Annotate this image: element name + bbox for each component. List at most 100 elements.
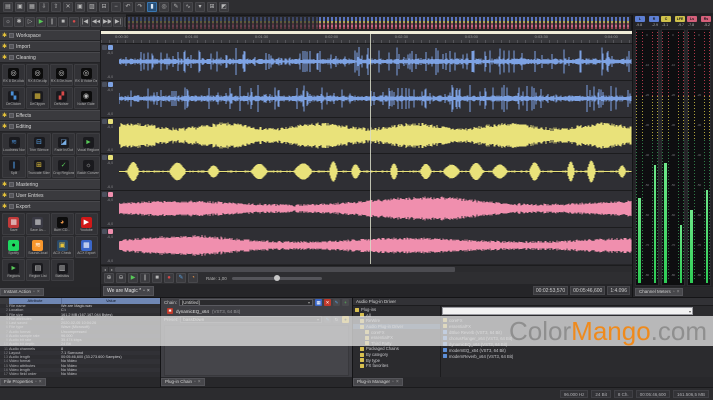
pin-icon[interactable]: ▫ bbox=[143, 288, 145, 294]
tab-plugin-chain[interactable]: Plug-in Chain ▫ × bbox=[161, 378, 205, 386]
action-button-acx-check[interactable]: ▣ACX Check bbox=[51, 236, 74, 258]
redo-icon[interactable]: ↷ bbox=[135, 2, 145, 12]
stop-icon[interactable]: ■ bbox=[152, 273, 162, 283]
lane-channel-Rs[interactable]: -6,0-6,0 bbox=[101, 228, 632, 264]
waveform-channel-Ls[interactable] bbox=[119, 191, 632, 226]
group-toggle-icon[interactable] bbox=[9, 204, 14, 209]
action-button-save-as-[interactable]: ▦Save As... bbox=[26, 213, 49, 235]
forward-icon[interactable]: ▶▶ bbox=[102, 17, 112, 27]
action-button-declipper[interactable]: ▦DeClipper bbox=[26, 87, 49, 109]
edit-tool-icon[interactable]: ▮ bbox=[147, 2, 157, 12]
time-ruler[interactable]: 0:00:300:01:000:01:300:02:000:02:300:03:… bbox=[101, 34, 632, 44]
length-readout[interactable]: 00:05:46,600 bbox=[570, 286, 605, 295]
action-button-loudness-normalize[interactable]: ≋Loudness Normalize bbox=[2, 133, 26, 155]
sidebar-group-mastering[interactable]: ✱Mastering bbox=[0, 179, 100, 190]
pin-icon[interactable]: ▫ bbox=[392, 378, 394, 386]
lane-index-chip[interactable] bbox=[102, 229, 107, 234]
paste-icon[interactable]: ▨ bbox=[87, 2, 97, 12]
tab-file-properties[interactable]: File Properties ▫ × bbox=[0, 378, 46, 386]
timer-icon[interactable]: ◔ bbox=[188, 273, 198, 283]
playhead-cursor[interactable] bbox=[370, 34, 371, 264]
play-all-icon[interactable]: ▷ bbox=[25, 17, 35, 27]
go-to-end-icon[interactable]: ▶| bbox=[113, 17, 123, 27]
pencil-tool-icon[interactable]: ✎ bbox=[171, 2, 181, 12]
group-toggle-icon[interactable] bbox=[9, 113, 14, 118]
close-icon[interactable]: × bbox=[677, 288, 680, 296]
waveform-channel-C[interactable] bbox=[119, 118, 632, 153]
group-toggle-icon[interactable] bbox=[9, 182, 14, 187]
action-button-denoiser[interactable]: ▞DeNoiser bbox=[50, 87, 73, 109]
lane-color-chip[interactable] bbox=[108, 192, 113, 197]
snap-toggle-icon[interactable]: ⊞ bbox=[207, 2, 217, 12]
lane-channel-L[interactable]: -6,0-6,0 bbox=[101, 44, 632, 80]
sidebar-group-editing[interactable]: ✱Editing bbox=[0, 121, 100, 132]
lane-color-chip[interactable] bbox=[108, 45, 113, 50]
plugin-manager-title[interactable]: Audio Plug-in Driver bbox=[353, 298, 713, 306]
close-icon[interactable]: × bbox=[198, 378, 201, 386]
waveform-channel-LFE[interactable] bbox=[119, 154, 632, 189]
action-button-noise-gate[interactable]: ◉Noise Gate bbox=[74, 87, 98, 109]
action-button-split[interactable]: ∥Split bbox=[2, 156, 26, 178]
lane-color-chip[interactable] bbox=[108, 119, 113, 124]
zoom-in-icon[interactable]: ⊕ bbox=[104, 273, 114, 283]
sidebar-group-effects[interactable]: ✱Effects bbox=[0, 110, 100, 121]
action-button-region-list[interactable]: ▤Region List bbox=[26, 259, 49, 281]
action-button-statistics[interactable]: ▥Statistics bbox=[51, 259, 74, 281]
lane-index-chip[interactable] bbox=[102, 82, 107, 87]
settings-icon[interactable]: ☼ bbox=[3, 17, 13, 27]
action-button-truncate-silence[interactable]: ⊞Truncate Silence bbox=[27, 156, 51, 178]
pause-icon[interactable]: ∥ bbox=[140, 273, 150, 283]
record-icon[interactable]: ● bbox=[164, 273, 174, 283]
chain-combobox[interactable]: [Untitled] ▾ bbox=[179, 299, 313, 306]
action-button-rx-8-de-hum[interactable]: ◎RX 8 De-hum bbox=[50, 64, 73, 86]
go-to-start-icon[interactable]: |◀ bbox=[80, 17, 90, 27]
lane-index-chip[interactable] bbox=[102, 192, 107, 197]
group-toggle-icon[interactable] bbox=[9, 44, 14, 49]
workspace-options-icon[interactable]: ✱ bbox=[14, 17, 24, 27]
magnify-tool-icon[interactable]: ◎ bbox=[159, 2, 169, 12]
sidebar-group-cleaning[interactable]: ✱Cleaning bbox=[0, 52, 100, 63]
save-icon[interactable]: ▦ bbox=[27, 2, 37, 12]
lane-channel-C[interactable]: -6,0-6,0 bbox=[101, 118, 632, 154]
export-audio-icon[interactable]: ⇧ bbox=[51, 2, 61, 12]
tab-plugin-manager[interactable]: Plug-in Manager ▫ × bbox=[353, 378, 403, 386]
close-icon[interactable]: × bbox=[396, 378, 399, 386]
rate-slider[interactable] bbox=[232, 277, 322, 280]
lane-channel-R[interactable]: -6,0-6,0 bbox=[101, 81, 632, 117]
plugin-filter-combobox[interactable]: ▾ bbox=[442, 307, 693, 315]
crossfade-toggle-icon[interactable]: ◩ bbox=[219, 2, 229, 12]
pin-icon[interactable]: ▫ bbox=[194, 378, 196, 386]
chain-plugin-item[interactable]: ✱ dynamicEQ_x64 (VST3, 64 Bit) bbox=[161, 307, 352, 315]
sidebar-group-user-entries[interactable]: ✱User Entries bbox=[0, 190, 100, 201]
sidebar-group-workspace[interactable]: ✱Workspace bbox=[0, 30, 100, 41]
group-toggle-icon[interactable] bbox=[9, 55, 14, 60]
action-button-soundcloud[interactable]: ≋SoundCloud bbox=[26, 236, 49, 258]
sidebar-group-import[interactable]: ✱Import bbox=[0, 41, 100, 52]
action-button-acx-export[interactable]: ▦ACX Export bbox=[75, 236, 98, 258]
waveform-channel-L[interactable] bbox=[119, 44, 632, 79]
play-icon[interactable]: ▶ bbox=[128, 273, 138, 283]
group-toggle-icon[interactable] bbox=[9, 124, 14, 129]
group-toggle-icon[interactable] bbox=[9, 193, 14, 198]
lane-channel-Ls[interactable]: -6,0-6,0 bbox=[101, 191, 632, 227]
stop-icon[interactable]: ■ bbox=[58, 17, 68, 27]
lane-color-chip[interactable] bbox=[108, 229, 113, 234]
action-button-trim-silence[interactable]: ⊟Trim Silence bbox=[27, 133, 51, 155]
waveform-channel-Rs[interactable] bbox=[119, 228, 632, 263]
close-icon[interactable]: × bbox=[37, 288, 40, 296]
import-audio-icon[interactable]: ⇩ bbox=[39, 2, 49, 12]
action-button-vocal-regions[interactable]: ►Vocal Regions bbox=[76, 133, 100, 155]
action-button-spotify[interactable]: ●Spotify bbox=[2, 236, 25, 258]
open-file-icon[interactable]: ▣ bbox=[15, 2, 25, 12]
rewind-icon[interactable]: ◀◀ bbox=[91, 17, 101, 27]
edit-chain-button[interactable]: ✎ bbox=[333, 299, 340, 306]
pin-icon[interactable]: ▫ bbox=[673, 288, 675, 296]
marker-tool-icon[interactable]: ▾ bbox=[195, 2, 205, 12]
copy-icon[interactable]: ▣ bbox=[75, 2, 85, 12]
tree-item-fx-favorites[interactable]: FX favorites bbox=[353, 363, 440, 369]
group-toggle-icon[interactable] bbox=[9, 33, 14, 38]
delete-icon[interactable]: − bbox=[111, 2, 121, 12]
waveform-channel-R[interactable] bbox=[119, 81, 632, 116]
lane-index-chip[interactable] bbox=[102, 119, 107, 124]
lane-index-chip[interactable] bbox=[102, 45, 107, 50]
